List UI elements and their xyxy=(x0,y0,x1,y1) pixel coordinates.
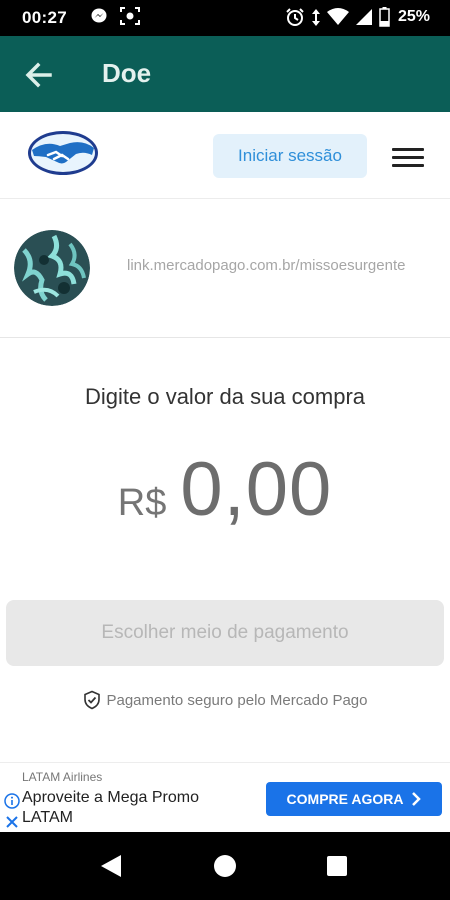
ad-cta-button[interactable]: COMPRE AGORA xyxy=(266,782,442,816)
chevron-right-icon xyxy=(412,792,422,806)
system-nav-bar xyxy=(0,832,450,900)
alarm-icon xyxy=(286,8,304,26)
page-title: Doe xyxy=(102,58,152,88)
ad-headline[interactable]: Aproveite a Mega Promo LATAM xyxy=(22,788,232,828)
data-arrows-icon xyxy=(311,9,320,26)
avatar xyxy=(14,230,90,306)
site-header: Iniciar sessão xyxy=(0,112,450,199)
nav-recents-icon[interactable] xyxy=(327,856,347,876)
profile-link[interactable]: link.mercadopago.com.br/missoesurgente xyxy=(127,257,405,274)
amount-prompt: Digite o valor da sua compra xyxy=(84,384,366,409)
battery-icon xyxy=(379,7,390,27)
login-button[interactable]: Iniciar sessão xyxy=(213,134,367,178)
amount-input[interactable]: R$ 0,00 xyxy=(0,446,450,533)
signal-icon xyxy=(355,9,372,25)
currency-symbol: R$ xyxy=(117,482,167,524)
info-icon[interactable] xyxy=(4,793,20,809)
status-time: 00:27 xyxy=(22,8,67,27)
shield-check-icon xyxy=(84,690,101,710)
secure-payment-text: Pagamento seguro pelo Mercado Pago xyxy=(106,691,368,709)
choose-payment-button[interactable]: Escolher meio de pagamento xyxy=(6,600,444,666)
secure-payment-note: Pagamento seguro pelo Mercado Pago xyxy=(0,690,450,710)
nav-back-icon[interactable] xyxy=(100,854,122,878)
messenger-icon xyxy=(91,8,107,23)
ad-cta-label: COMPRE AGORA xyxy=(286,791,404,807)
arrow-left-icon[interactable] xyxy=(24,60,54,90)
hamburger-icon[interactable] xyxy=(392,148,424,168)
close-icon[interactable] xyxy=(5,815,19,829)
wifi-icon xyxy=(326,8,349,25)
profile-section: link.mercadopago.com.br/missoesurgente xyxy=(0,199,450,338)
status-bar: 00:27 25% xyxy=(0,0,450,36)
battery-percentage: 25% xyxy=(397,8,430,25)
screenshot-icon xyxy=(120,7,140,25)
nav-home-icon[interactable] xyxy=(214,855,236,877)
mercado-pago-logo[interactable] xyxy=(26,128,100,178)
app-bar: Doe xyxy=(0,36,450,112)
ad-banner[interactable]: LATAM Airlines Aproveite a Mega Promo LA… xyxy=(0,762,450,833)
ad-advertiser: LATAM Airlines xyxy=(22,770,103,784)
amount-value[interactable]: 0,00 xyxy=(180,446,332,533)
